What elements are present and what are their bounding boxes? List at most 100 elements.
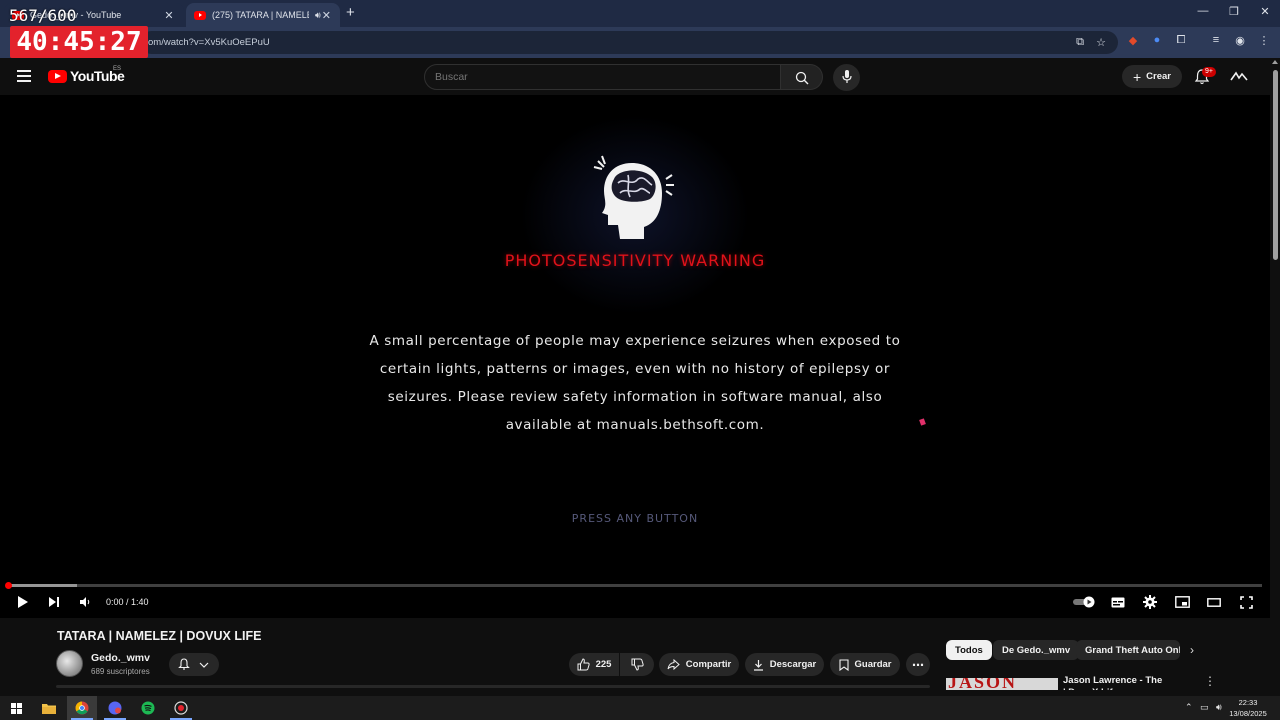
channel-avatar[interactable] bbox=[56, 650, 83, 677]
scroll-up-arrow-icon[interactable] bbox=[1272, 60, 1278, 64]
warning-text-line: certain lights, patterns or images, even… bbox=[379, 361, 891, 377]
taskbar-file-explorer[interactable] bbox=[34, 696, 64, 720]
restore-icon[interactable]: ❐ bbox=[1224, 5, 1244, 18]
folder-icon bbox=[42, 703, 56, 714]
description-box[interactable] bbox=[56, 685, 930, 688]
chat-app-icon bbox=[108, 701, 122, 715]
settings-button[interactable] bbox=[1141, 593, 1159, 611]
photosensitivity-warning-title: PHOTOSENSITIVITY WARNING bbox=[504, 251, 766, 270]
subtitles-icon bbox=[1111, 597, 1125, 607]
recommendation-thumbnail[interactable]: JASON bbox=[946, 678, 1058, 690]
thumbs-down-icon bbox=[631, 658, 644, 671]
thumbnail-text: JASON bbox=[948, 678, 1018, 690]
search-input[interactable] bbox=[435, 71, 735, 83]
taskbar-chrome[interactable] bbox=[67, 696, 97, 720]
subscription-bell-button[interactable] bbox=[169, 653, 219, 676]
theater-mode-icon bbox=[1207, 597, 1221, 607]
youtube-header: YouTube ES + Crear 9+ bbox=[0, 58, 1270, 95]
search-button[interactable] bbox=[781, 64, 823, 90]
account-avatar-icon[interactable] bbox=[1230, 69, 1248, 83]
browser-tab-strip: Gedo._wmv - YouTube ✕ (275) TATARA | NAM… bbox=[0, 0, 1280, 27]
create-button[interactable]: + Crear bbox=[1122, 65, 1182, 88]
taskbar-spotify[interactable] bbox=[133, 696, 163, 720]
browser-toolbar: om/watch?v=Xv5KuOeEPuU ⧉ ☆ ◆ ● ⧠ ≡ ◉ ⋮ bbox=[0, 27, 1280, 58]
youtube-play-logo-icon bbox=[48, 69, 67, 83]
subscriber-count: 689 suscriptores bbox=[91, 667, 150, 676]
mute-button[interactable] bbox=[76, 593, 94, 611]
url-text: om/watch?v=Xv5KuOeEPuU bbox=[148, 37, 270, 48]
media-control-icon[interactable]: ≡ bbox=[1208, 34, 1224, 46]
warning-text-line: available at manuals.bethsoft.com. bbox=[505, 417, 765, 433]
network-icon[interactable]: ▭ bbox=[1200, 702, 1209, 713]
volume-tray-icon[interactable]: 🔊︎ bbox=[1216, 702, 1222, 713]
bookmark-star-icon[interactable]: ☆ bbox=[1093, 36, 1109, 49]
channel-name[interactable]: Gedo._wmv bbox=[91, 652, 150, 664]
system-clock[interactable]: 22:33 13/08/2025 bbox=[1228, 697, 1268, 719]
gear-icon bbox=[1143, 595, 1157, 609]
share-button[interactable]: Compartir bbox=[659, 653, 739, 676]
taskbar-recorder[interactable] bbox=[166, 696, 196, 720]
more-vertical-icon[interactable]: ⋮ bbox=[1204, 674, 1216, 688]
scrubber-handle[interactable] bbox=[5, 582, 12, 589]
thumbs-up-icon bbox=[577, 658, 590, 671]
autoplay-toggle[interactable] bbox=[1071, 593, 1097, 611]
recommendation-title[interactable]: Jason Lawrence - The Evolution bbox=[1063, 674, 1203, 688]
page-scrollbar[interactable] bbox=[1270, 58, 1280, 688]
chevron-down-icon bbox=[199, 662, 209, 668]
spotify-icon bbox=[141, 701, 155, 715]
taskbar-app[interactable] bbox=[100, 696, 130, 720]
extension-icon[interactable]: ● bbox=[1149, 34, 1165, 46]
recommendation-title-line2[interactable]: | DovuX Life bbox=[1063, 687, 1118, 690]
recording-counter: 567/600 bbox=[9, 6, 77, 25]
like-count: 225 bbox=[595, 659, 612, 670]
menu-icon[interactable] bbox=[17, 70, 31, 85]
video-player[interactable]: PHOTOSENSITIVITY WARNING A small percent… bbox=[0, 95, 1270, 618]
chip-all[interactable]: Todos bbox=[946, 640, 992, 660]
extensions-puzzle-icon[interactable]: ⧠ bbox=[1173, 34, 1189, 47]
close-window-icon[interactable]: ✕ bbox=[1255, 5, 1275, 18]
buffered-bar bbox=[8, 584, 77, 587]
create-label: Crear bbox=[1146, 71, 1171, 82]
download-label: Descargar bbox=[769, 659, 817, 670]
new-tab-icon[interactable]: + bbox=[346, 4, 355, 21]
save-button[interactable]: Guardar bbox=[830, 653, 900, 676]
warning-text-line: seizures. Please review safety informati… bbox=[387, 389, 883, 405]
chevron-right-icon[interactable]: › bbox=[1190, 643, 1194, 657]
close-tab-icon[interactable]: ✕ bbox=[162, 9, 176, 22]
clock-time: 22:33 bbox=[1238, 698, 1258, 707]
theater-mode-button[interactable] bbox=[1205, 593, 1223, 611]
browser-tab-active[interactable]: (275) TATARA | NAMELEZ | D 🔊︎ ✕ bbox=[186, 3, 340, 27]
next-button[interactable] bbox=[45, 593, 63, 611]
skip-next-icon bbox=[49, 597, 59, 607]
browser-menu-icon[interactable]: ⋮ bbox=[1256, 34, 1272, 47]
minimize-icon[interactable]: — bbox=[1193, 5, 1213, 17]
chip-channel[interactable]: De Gedo._wmv bbox=[993, 640, 1080, 660]
address-bar[interactable]: om/watch?v=Xv5KuOeEPuU ⧉ ☆ bbox=[140, 31, 1118, 54]
subtitles-button[interactable] bbox=[1109, 593, 1127, 611]
warning-text-line: A small percentage of people may experie… bbox=[369, 333, 901, 349]
dislike-button[interactable] bbox=[620, 653, 654, 676]
download-button[interactable]: Descargar bbox=[745, 653, 824, 676]
more-actions-button[interactable]: ⋯ bbox=[906, 653, 930, 676]
windows-start-button[interactable] bbox=[1, 696, 31, 720]
play-button[interactable] bbox=[14, 593, 32, 611]
fullscreen-button[interactable] bbox=[1237, 593, 1255, 611]
share-label: Compartir bbox=[685, 659, 732, 670]
windows-logo-icon bbox=[10, 702, 22, 714]
search-box[interactable] bbox=[424, 64, 781, 90]
chevron-up-icon[interactable]: ⌃ bbox=[1185, 702, 1193, 713]
install-app-icon[interactable]: ⧉ bbox=[1072, 36, 1088, 49]
plus-icon: + bbox=[1132, 68, 1142, 85]
chip-gta-online[interactable]: Grand Theft Auto Online bbox=[1076, 640, 1180, 660]
like-button[interactable]: 225 bbox=[569, 653, 619, 676]
profile-avatar-icon[interactable]: ◉ bbox=[1232, 34, 1248, 47]
extension-icon[interactable]: ◆ bbox=[1125, 34, 1141, 47]
fullscreen-icon bbox=[1239, 595, 1253, 609]
voice-search-button[interactable] bbox=[833, 64, 860, 91]
miniplayer-button[interactable] bbox=[1173, 593, 1191, 611]
scrollbar-thumb[interactable] bbox=[1273, 70, 1278, 260]
close-tab-icon[interactable]: ✕ bbox=[321, 9, 332, 22]
search-icon bbox=[795, 71, 809, 85]
progress-bar[interactable] bbox=[5, 582, 1262, 589]
play-icon bbox=[18, 596, 28, 608]
